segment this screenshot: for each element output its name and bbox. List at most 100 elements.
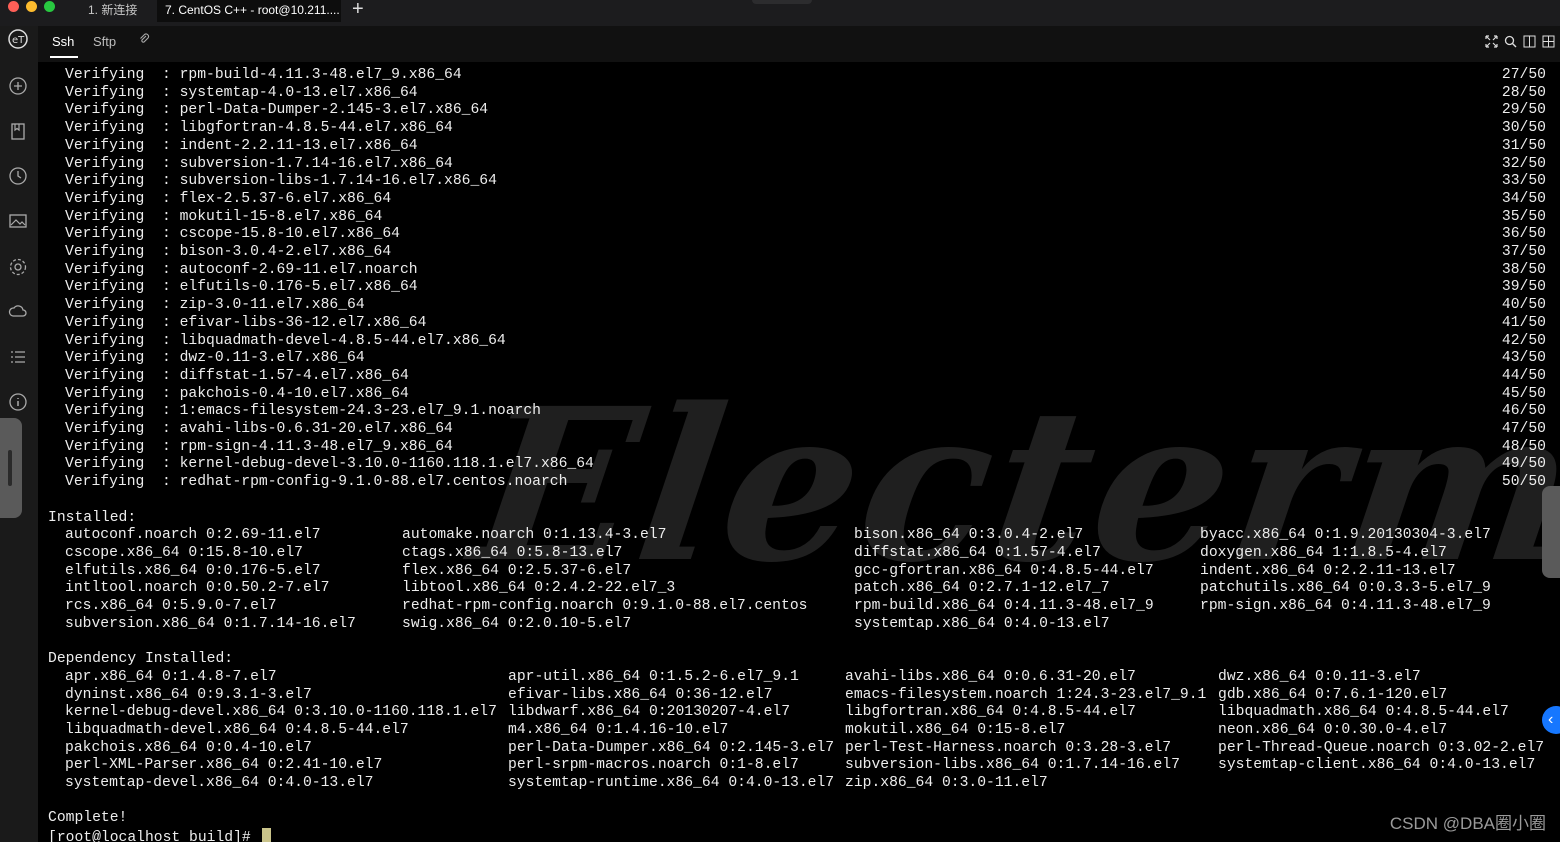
sidebar-drag-handle[interactable] — [0, 418, 22, 518]
fullscreen-icon[interactable] — [1484, 34, 1499, 49]
verify-package: avahi-libs-0.6.31-20.el7.x86_64 — [179, 421, 453, 437]
verify-count: 34/50 — [1501, 190, 1546, 207]
prompt-text: [root@localhost build]# — [48, 830, 260, 842]
verify-line: Verifying : zip-3.0-11.el7.x86_64 — [65, 297, 365, 315]
installed-package: ctags.x86_64 0:5.8-13.el7 — [402, 544, 623, 561]
minimize-window-button[interactable] — [26, 1, 37, 12]
dependency-header: Dependency Installed: — [48, 651, 234, 668]
verify-count: 33/50 — [1501, 173, 1546, 190]
verify-label: Verifying : — [65, 474, 180, 491]
dependency-package: mokutil.x86_64 0:15-8.el7 — [845, 721, 1066, 738]
verify-label: Verifying : — [65, 314, 180, 331]
dependency-package: libquadmath-devel.x86_64 0:4.8.5-44.el7 — [65, 721, 409, 738]
tab-centos-session[interactable]: 7. CentOS C++ - root@10.211.... — [157, 0, 341, 22]
dependency-package: perl-srpm-macros.noarch 0:1-8.el7 — [508, 757, 799, 774]
verify-line: Verifying : subversion-1.7.14-16.el7.x86… — [65, 156, 453, 174]
installed-package: elfutils.x86_64 0:0.176-5.el7 — [65, 562, 321, 579]
dependency-package: neon.x86_64 0:0.30.0-4.el7 — [1218, 721, 1448, 738]
terminal-output[interactable]: Electerm Verifying : rpm-build-4.11.3-48… — [38, 62, 1560, 842]
installed-package: cscope.x86_64 0:15.8-10.el7 — [65, 544, 303, 561]
tab-sftp[interactable]: Sftp — [93, 34, 116, 49]
verify-line: Verifying : libgfortran-4.8.5-44.el7.x86… — [65, 120, 453, 138]
verify-label: Verifying : — [65, 244, 180, 260]
installed-header: Installed: — [48, 509, 137, 526]
verify-count: 50/50 — [1501, 474, 1546, 491]
maximize-window-button[interactable] — [44, 1, 55, 12]
verify-count: 38/50 — [1501, 261, 1546, 278]
verify-package: libgfortran-4.8.5-44.el7.x86_64 — [179, 120, 453, 137]
installed-package: byacc.x86_64 0:1.9.20130304-3.el7 — [1200, 527, 1491, 544]
verify-line: Verifying : efivar-libs-36-12.el7.x86_64 — [65, 315, 426, 333]
verify-label: Verifying : — [65, 279, 180, 296]
info-icon[interactable] — [7, 391, 29, 413]
list-icon[interactable] — [7, 346, 29, 368]
verify-line: Verifying : kernel-debug-devel-3.10.0-11… — [65, 456, 594, 474]
dependency-package: systemtap-runtime.x86_64 0:4.0-13.el7 — [508, 775, 835, 791]
close-window-button[interactable] — [8, 1, 19, 12]
history-icon[interactable] — [7, 165, 29, 187]
dependency-package: perl-Data-Dumper.x86_64 0:2.145-3.el7 — [508, 739, 835, 756]
add-tab-button[interactable]: + — [352, 0, 364, 21]
installed-package: patchutils.x86_64 0:0.3.3-5.el7_9 — [1200, 580, 1491, 597]
bookmark-icon[interactable] — [7, 120, 29, 142]
verify-package: rpm-build-4.11.3-48.el7_9.x86_64 — [179, 67, 462, 83]
verify-package: elfutils-0.176-5.el7.x86_64 — [179, 279, 418, 296]
verify-line: Verifying : libquadmath-devel-4.8.5-44.e… — [65, 333, 506, 351]
verify-line: Verifying : perl-Data-Dumper-2.145-3.el7… — [65, 102, 488, 120]
verify-count: 29/50 — [1501, 102, 1546, 119]
verify-line: Verifying : rpm-build-4.11.3-48.el7_9.x8… — [65, 67, 462, 85]
verify-line: Verifying : diffstat-1.57-4.el7.x86_64 — [65, 368, 409, 386]
session-toolbar: Ssh Sftp — [38, 26, 1560, 62]
verify-package: diffstat-1.57-4.el7.x86_64 — [179, 367, 409, 384]
verify-package: indent-2.2.11-13.el7.x86_64 — [179, 137, 418, 154]
dependency-package: apr.x86_64 0:1.4.8-7.el7 — [65, 668, 277, 685]
verify-package: bison-3.0.4-2.el7.x86_64 — [179, 244, 392, 260]
verify-count: 39/50 — [1501, 279, 1546, 296]
electerm-logo-icon[interactable]: eT — [7, 28, 29, 50]
verify-package: kernel-debug-devel-3.10.0-1160.118.1.el7… — [179, 456, 594, 473]
verify-label: Verifying : — [65, 155, 180, 172]
cloud-sync-icon[interactable] — [7, 301, 29, 323]
verify-count: 32/50 — [1501, 155, 1546, 172]
verify-package: efivar-libs-36-12.el7.x86_64 — [179, 314, 427, 331]
dependency-package: zip.x86_64 0:3.0-11.el7 — [845, 775, 1048, 791]
tab-new-connection[interactable]: 1. 新连接 — [88, 0, 137, 22]
dependency-package: m4.x86_64 0:1.4.16-10.el7 — [508, 721, 729, 738]
verify-count: 31/50 — [1501, 137, 1546, 154]
verify-line: Verifying : pakchois-0.4-10.el7.x86_64 — [65, 386, 409, 404]
right-panel-handle[interactable] — [1542, 486, 1560, 578]
verify-count: 36/50 — [1501, 226, 1546, 243]
dependency-package: subversion-libs.x86_64 0:1.7.14-16.el7 — [845, 757, 1180, 774]
verify-count: 48/50 — [1501, 438, 1546, 455]
dependency-package: apr-util.x86_64 0:1.5.2-6.el7_9.1 — [508, 668, 799, 685]
verify-label: Verifying : — [65, 120, 180, 137]
verify-package: pakchois-0.4-10.el7.x86_64 — [179, 385, 409, 402]
search-icon[interactable] — [1503, 34, 1518, 49]
split-vertical-icon[interactable] — [1522, 34, 1537, 49]
verify-package: redhat-rpm-config-9.1.0-88.el7.centos.no… — [179, 474, 568, 491]
settings-icon[interactable] — [7, 256, 29, 278]
verify-package: systemtap-4.0-13.el7.x86_64 — [179, 84, 418, 101]
verify-count: 27/50 — [1501, 67, 1546, 83]
verify-package: cscope-15.8-10.el7.x86_64 — [179, 226, 400, 243]
image-icon[interactable] — [7, 210, 29, 232]
verify-count: 30/50 — [1501, 120, 1546, 137]
verify-package: dwz-0.11-3.el7.x86_64 — [179, 350, 365, 367]
verify-count: 28/50 — [1501, 84, 1546, 101]
dependency-package: kernel-debug-devel.x86_64 0:3.10.0-1160.… — [65, 704, 497, 721]
verify-package: subversion-1.7.14-16.el7.x86_64 — [179, 155, 453, 172]
window-notch — [752, 0, 812, 4]
verify-label: Verifying : — [65, 190, 180, 207]
dependency-package: systemtap-devel.x86_64 0:4.0-13.el7 — [65, 775, 374, 791]
verify-label: Verifying : — [65, 208, 180, 225]
add-icon[interactable] — [7, 75, 29, 97]
verify-label: Verifying : — [65, 102, 180, 119]
verify-count: 40/50 — [1501, 297, 1546, 314]
verify-count: 44/50 — [1501, 367, 1546, 384]
tab-ssh[interactable]: Ssh — [52, 34, 74, 49]
verify-label: Verifying : — [65, 456, 180, 473]
verify-count: 43/50 — [1501, 350, 1546, 367]
attachment-icon[interactable] — [138, 33, 150, 48]
collapse-panel-button[interactable]: ‹ — [1542, 706, 1560, 734]
split-grid-icon[interactable] — [1541, 34, 1556, 49]
